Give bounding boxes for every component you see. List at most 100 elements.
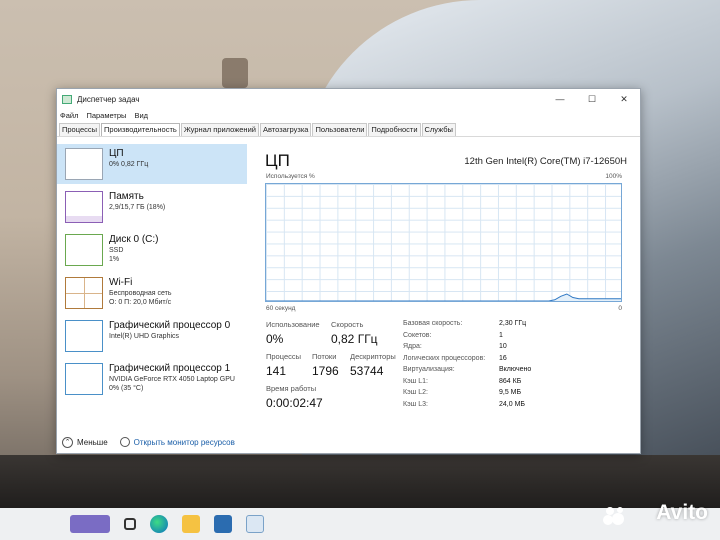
tab-app-history[interactable]: Журнал приложений [180,123,259,136]
handles-value: 53744 [350,364,384,378]
resource-gpu0[interactable]: Графический процессор 0 Intel(R) UHD Gra… [57,316,247,356]
speed-label: Скорость [331,320,364,329]
resource-detail: Беспроводная сеть [109,290,172,297]
graph-time-label: 60 секунд [266,305,296,312]
speed-value: 0,82 ГГц [331,332,378,346]
edge-browser-icon[interactable] [150,515,168,533]
resource-detail: NVIDIA GeForce RTX 4050 Laptop GPU [109,376,235,383]
resource-detail-2: О: 0 П: 20,0 Мбит/с [109,299,172,306]
resource-disk[interactable]: Диск 0 (C:) SSD 1% [57,230,247,270]
resource-cpu[interactable]: ЦП 0% 0,82 ГГц [57,144,247,184]
resource-name: ЦП [109,148,124,159]
resource-name: Память [109,191,144,202]
close-button[interactable]: ✕ [608,89,640,109]
avito-watermark: Avito [656,501,708,524]
menu-file[interactable]: Файл [60,111,78,120]
spec-key: Виртуализация: [403,366,455,373]
resource-detail: SSD [109,247,124,254]
spec-value: 24,0 МБ [499,400,525,408]
resource-detail: 2,9/15,7 ГБ (18%) [109,204,166,211]
chevron-up-icon[interactable]: ⌃ [62,436,73,448]
cpu-detail-pane: ЦП 12th Gen Intel(R) Core(TM) i7-12650H … [265,144,633,431]
footer-bar: ⌃ Меньше Открыть монитор ресурсов [57,431,640,453]
processes-label: Процессы [266,352,302,361]
graph-min-label: 0 [618,305,622,312]
memory-thumbnail-graph [65,191,103,223]
performance-content: ЦП 0% 0,82 ГГц Память 2,9/15,7 ГБ (18%) … [57,144,640,431]
tab-services[interactable]: Службы [421,123,456,136]
spec-value: 9,5 МБ [499,389,522,396]
resource-wifi[interactable]: Wi-Fi Беспроводная сеть О: 0 П: 20,0 Мби… [57,273,247,313]
task-view-icon[interactable] [124,518,136,530]
resource-detail: 0% 0,82 ГГц [109,161,149,168]
avito-logo-icon [603,507,624,525]
cpu-title: ЦП [265,151,290,170]
task-manager-window: Диспетчер задач — ☐ ✕ Файл Параметры Вид… [56,88,641,454]
fewer-details-button[interactable]: Меньше [77,438,108,447]
resource-name: Графический процессор 1 [109,363,231,374]
spec-key: Ядра: [403,343,422,350]
background-road [0,455,720,510]
spec-value: 16 [499,354,507,362]
gpu1-thumbnail-graph [65,363,103,395]
task-manager-taskbar-icon[interactable] [246,515,264,533]
title-bar[interactable]: Диспетчер задач — ☐ ✕ [57,89,640,109]
tab-bar: Процессы Производительность Журнал прило… [57,122,640,137]
tab-processes[interactable]: Процессы [59,123,101,136]
tab-performance[interactable]: Производительность [101,123,180,136]
graph-max-label: 100% [605,173,622,180]
mail-icon[interactable] [214,515,232,533]
spec-key: Логических процессоров: [403,354,486,362]
open-resource-monitor-link[interactable]: Открыть монитор ресурсов [134,438,235,447]
tab-users[interactable]: Пользователи [312,123,368,136]
usage-value: 0% [266,332,284,346]
widgets-icon[interactable] [70,515,110,533]
tab-details[interactable]: Подробности [368,123,421,136]
spec-key: Базовая скорость: [403,320,463,327]
resource-list: ЦП 0% 0,82 ГГц Память 2,9/15,7 ГБ (18%) … [57,144,247,431]
uptime-value: 0:00:02:47 [266,396,323,410]
resource-detail-2: 1% [109,256,120,263]
background-object [222,58,248,88]
threads-value: 1796 [312,364,339,378]
handles-label: Дескрипторы [350,352,396,361]
resource-name: Диск 0 (C:) [109,234,159,245]
resource-monitor-icon [119,437,130,447]
resource-name: Графический процессор 0 [109,320,231,331]
usage-label: Использование [266,320,320,329]
spec-value: 10 [499,343,507,350]
menu-view[interactable]: Вид [134,111,148,120]
minimize-button[interactable]: — [544,89,576,109]
resource-detail-2: 0% (35 °C) [109,385,144,392]
spec-key: Кэш L3: [403,400,428,408]
resource-name: Wi-Fi [109,277,133,288]
window-title: Диспетчер задач [77,94,140,104]
spec-key: Кэш L2: [403,389,428,396]
spec-value: 2,30 ГГц [499,320,527,327]
cpu-model: 12th Gen Intel(R) Core(TM) i7-12650H [464,156,627,167]
resource-gpu1[interactable]: Графический процессор 1 NVIDIA GeForce R… [57,359,247,399]
uptime-label: Время работы [266,384,317,393]
gpu0-thumbnail-graph [65,320,103,352]
spec-value: 864 КБ [499,377,522,385]
cpu-thumbnail-graph [65,148,103,180]
file-explorer-icon[interactable] [182,515,200,533]
spec-key: Сокетов: [403,331,432,339]
graph-y-label: Используется % [266,173,315,180]
cpu-usage-plot [266,293,621,301]
processes-value: 141 [266,364,287,378]
threads-label: Потоки [312,352,337,361]
disk-thumbnail-graph [65,234,103,266]
maximize-button[interactable]: ☐ [576,89,608,109]
resource-detail: Intel(R) UHD Graphics [109,333,180,340]
menu-bar: Файл Параметры Вид [57,109,640,122]
wifi-thumbnail-graph [65,277,103,309]
spec-key: Кэш L1: [403,377,428,385]
tab-startup[interactable]: Автозагрузка [259,123,312,136]
spec-value: Включено [499,366,532,373]
menu-options[interactable]: Параметры [86,111,126,120]
cpu-usage-graph [265,183,622,302]
task-manager-icon [62,94,72,104]
spec-value: 1 [499,331,503,339]
resource-memory[interactable]: Память 2,9/15,7 ГБ (18%) [57,187,247,227]
